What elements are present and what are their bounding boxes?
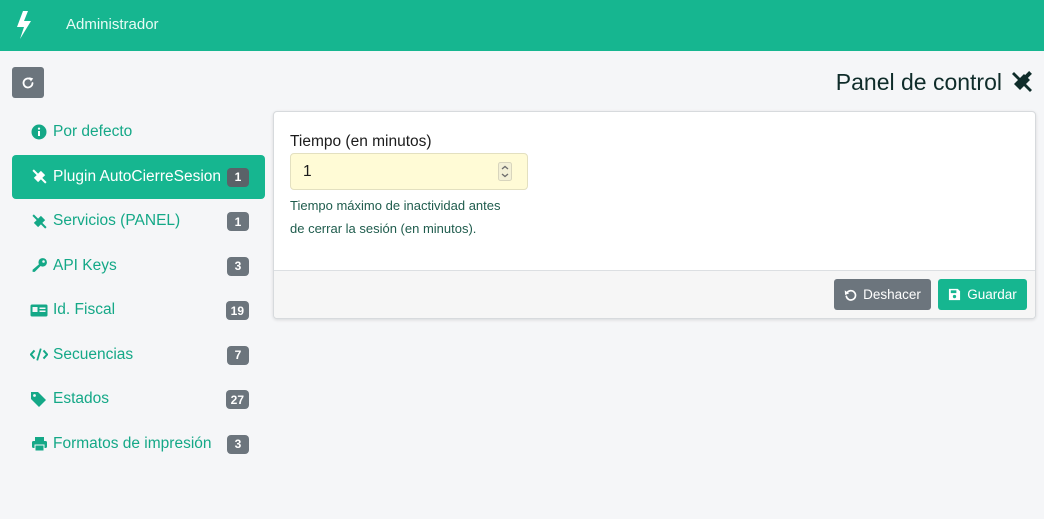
key-icon — [30, 257, 48, 275]
sidebar-item-api-keys[interactable]: API Keys 3 — [12, 244, 265, 289]
nav-title-administrador[interactable]: Administrador — [66, 16, 159, 33]
count-badge: 19 — [225, 301, 249, 320]
sidebar-item-label: Por defecto — [53, 123, 133, 141]
sidebar-item-label: Plugin AutoCierreSesion — [53, 167, 222, 185]
help-line: Tiempo máximo de inactividad antes — [290, 198, 501, 213]
save-button[interactable]: Guardar — [938, 279, 1027, 310]
help-line: de cerrar la sesión (en minutos). — [290, 220, 477, 236]
save-icon — [949, 288, 961, 301]
undo-button[interactable]: Deshacer — [834, 279, 931, 310]
sidebar-item-plugin-autocierresesion[interactable]: Plugin AutoCierreSesion 1 — [12, 154, 265, 199]
tiempo-input[interactable] — [290, 153, 528, 190]
undo-button-label: Deshacer — [863, 287, 921, 302]
sidebar: Por defecto Plugin AutoCierreSesion 1 Se… — [12, 110, 265, 466]
card-footer: Deshacer Guardar — [274, 270, 1035, 318]
sidebar-item-formatos-impresion[interactable]: Formatos de impresión 3 — [12, 422, 265, 467]
sidebar-item-label: Secuencias — [53, 345, 134, 363]
stepper-arrows-icon[interactable] — [498, 162, 512, 181]
sidebar-item-por-defecto[interactable]: Por defecto — [12, 110, 265, 155]
bolt-icon[interactable] — [14, 10, 34, 40]
sidebar-item-secuencias[interactable]: Secuencias 7 — [12, 333, 265, 378]
page-title: Panel de control — [835, 69, 1002, 95]
tools-icon — [1012, 71, 1032, 92]
sidebar-item-label: Id. Fiscal — [53, 301, 116, 319]
count-badge: 7 — [227, 345, 249, 365]
sidebar-item-label: API Keys — [53, 256, 117, 274]
count-badge: 1 — [227, 167, 249, 187]
info-circle-icon — [30, 123, 48, 141]
refresh-icon — [22, 76, 34, 88]
tiempo-field-label: Tiempo (en minutos) — [290, 133, 432, 150]
settings-card: Tiempo (en minutos) Tiempo máximo de ina… — [273, 111, 1036, 319]
count-badge: 27 — [225, 390, 249, 409]
tools-icon — [30, 168, 48, 186]
code-icon — [30, 346, 48, 364]
undo-icon — [844, 289, 857, 301]
tiempo-help-text: Tiempo máximo de inactividad antes de ce… — [290, 195, 540, 240]
count-badge: 3 — [227, 434, 249, 454]
refresh-button[interactable] — [12, 67, 44, 98]
sidebar-item-estados[interactable]: Estados 27 — [12, 377, 265, 422]
sidebar-item-label: Servicios (PANEL) — [53, 212, 181, 230]
print-icon — [30, 435, 48, 453]
tags-icon — [30, 390, 48, 408]
count-badge: 1 — [227, 212, 249, 231]
id-card-icon — [30, 301, 48, 319]
sidebar-item-label: Estados — [53, 390, 110, 408]
tools-icon — [30, 212, 48, 230]
sidebar-item-servicios-panel[interactable]: Servicios (PANEL) 1 — [12, 199, 265, 244]
count-badge: 3 — [227, 256, 249, 276]
save-button-label: Guardar — [967, 287, 1017, 302]
sidebar-item-label: Formatos de impresión — [53, 434, 212, 452]
top-navbar: Administrador — [0, 0, 1044, 51]
sidebar-item-id-fiscal[interactable]: Id. Fiscal 19 — [12, 288, 265, 333]
